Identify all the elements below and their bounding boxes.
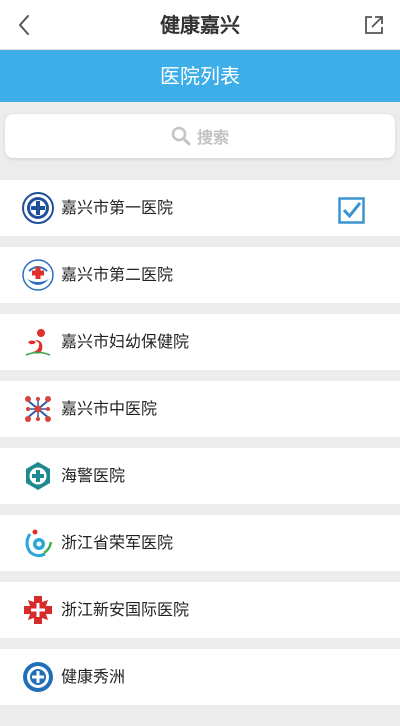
tcm-hospital-logo-icon [25, 396, 51, 422]
hospital-name: 嘉兴市第一医院 [61, 198, 174, 217]
coast-guard-hospital-logo-icon [26, 462, 50, 490]
hospital-row[interactable]: 健康秀洲 [0, 649, 400, 705]
share-external-icon [365, 16, 383, 34]
search-placeholder: 搜索 [196, 128, 229, 147]
health-xiuzhou-logo-icon [23, 662, 53, 692]
search-area: 搜索 [0, 102, 400, 168]
hospital-name: 浙江新安国际医院 [61, 600, 190, 619]
hospital-row[interactable]: 浙江省荣军医院 [0, 515, 400, 571]
hospital-row[interactable]: 嘉兴市第一医院 [0, 180, 400, 236]
share-button[interactable] [362, 13, 386, 37]
hospital-row[interactable]: 嘉兴市第二医院 [0, 247, 400, 303]
hospital-row[interactable]: 浙江新安国际医院 [0, 582, 400, 638]
hospital-name: 海警医院 [61, 466, 126, 485]
top-nav-bar: 健康嘉兴 [0, 0, 400, 50]
hospital-name: 嘉兴市第二医院 [61, 265, 174, 284]
hospital-list: 嘉兴市第一医院 嘉兴市第二医院 嘉兴市妇幼保健院 嘉兴市中医院 海警医院 浙江省… [0, 180, 400, 716]
hospital-name: 嘉兴市中医院 [61, 399, 158, 418]
maternal-child-logo-icon [25, 329, 51, 356]
xinan-hospital-logo-icon [24, 596, 52, 624]
app-title: 健康嘉兴 [160, 13, 240, 37]
veterans-hospital-logo-icon [25, 529, 53, 558]
hospital-2-logo-icon [22, 259, 54, 291]
hospital-name: 健康秀洲 [61, 667, 126, 686]
search-icon [171, 126, 191, 146]
hospital-name: 嘉兴市妇幼保健院 [61, 332, 190, 351]
hospital-row[interactable]: 海警医院 [0, 448, 400, 504]
page-banner: 医院列表 [0, 50, 400, 102]
hospital-name: 浙江省荣军医院 [61, 533, 174, 552]
search-input[interactable]: 搜索 [5, 114, 395, 158]
hospital-1-logo-icon [22, 192, 54, 224]
checkbox-checked-icon[interactable] [338, 197, 365, 224]
hospital-row[interactable]: 嘉兴市中医院 [0, 381, 400, 437]
hospital-row[interactable]: 嘉兴市妇幼保健院 [0, 314, 400, 370]
